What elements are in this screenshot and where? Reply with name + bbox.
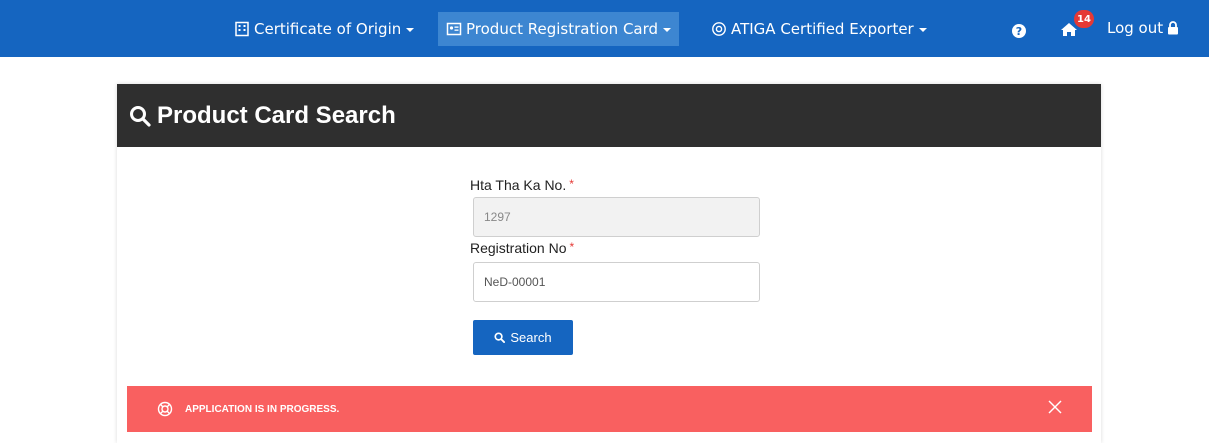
- hta-tha-ka-label: Hta Tha Ka No. *: [470, 177, 574, 193]
- status-alert: APPLICATION IS IN PROGRESS.: [127, 386, 1092, 432]
- required-marker: *: [569, 177, 574, 191]
- search-button-label: Search: [510, 330, 552, 345]
- lock-icon: [1167, 21, 1179, 35]
- product-card-search-panel: Product Card Search Hta Tha Ka No.* Regi…: [117, 84, 1101, 443]
- page-title: Product Card Search: [157, 101, 396, 129]
- nav-atiga-label: ATIGA Certified Exporter: [731, 20, 914, 38]
- nav-certificate-of-origin[interactable]: Certificate of Origin: [226, 12, 422, 46]
- help-icon[interactable]: ?: [1012, 24, 1026, 38]
- reg-label-text: Registration No: [470, 240, 567, 256]
- nav-atiga-certified-exporter[interactable]: ATIGA Certified Exporter: [703, 12, 935, 46]
- registration-no-input[interactable]: [473, 262, 760, 302]
- top-navbar: Certificate of Origin Product Registrati…: [0, 0, 1209, 57]
- building-icon: [234, 21, 250, 37]
- logout-label: Log out: [1107, 19, 1164, 37]
- search-icon: [494, 332, 506, 343]
- hta-tha-ka-input[interactable]: [473, 197, 760, 237]
- chevron-down-icon: [918, 28, 927, 32]
- card-header: Product Card Search: [117, 84, 1101, 147]
- search-button[interactable]: Search: [473, 320, 573, 355]
- chevron-down-icon: [406, 28, 415, 32]
- hta-label-text: Hta Tha Ka No.: [470, 177, 567, 193]
- life-ring-icon: [157, 401, 173, 417]
- notification-badge: 14: [1074, 10, 1094, 28]
- nav-product-label: Product Registration Card: [466, 20, 659, 38]
- logout-link[interactable]: Log out: [1107, 19, 1179, 37]
- registration-no-label: Registration No *: [470, 240, 574, 256]
- required-marker: *: [569, 240, 575, 254]
- at-sign-icon: [711, 21, 727, 37]
- nav-product-registration-card[interactable]: Product Registration Card: [438, 12, 680, 46]
- id-card-icon: [446, 21, 462, 37]
- chevron-down-icon: [663, 28, 672, 32]
- search-icon: [129, 105, 151, 127]
- nav-certificate-label: Certificate of Origin: [254, 20, 402, 38]
- alert-message: APPLICATION IS IN PROGRESS.: [185, 403, 340, 415]
- close-icon[interactable]: [1048, 400, 1062, 419]
